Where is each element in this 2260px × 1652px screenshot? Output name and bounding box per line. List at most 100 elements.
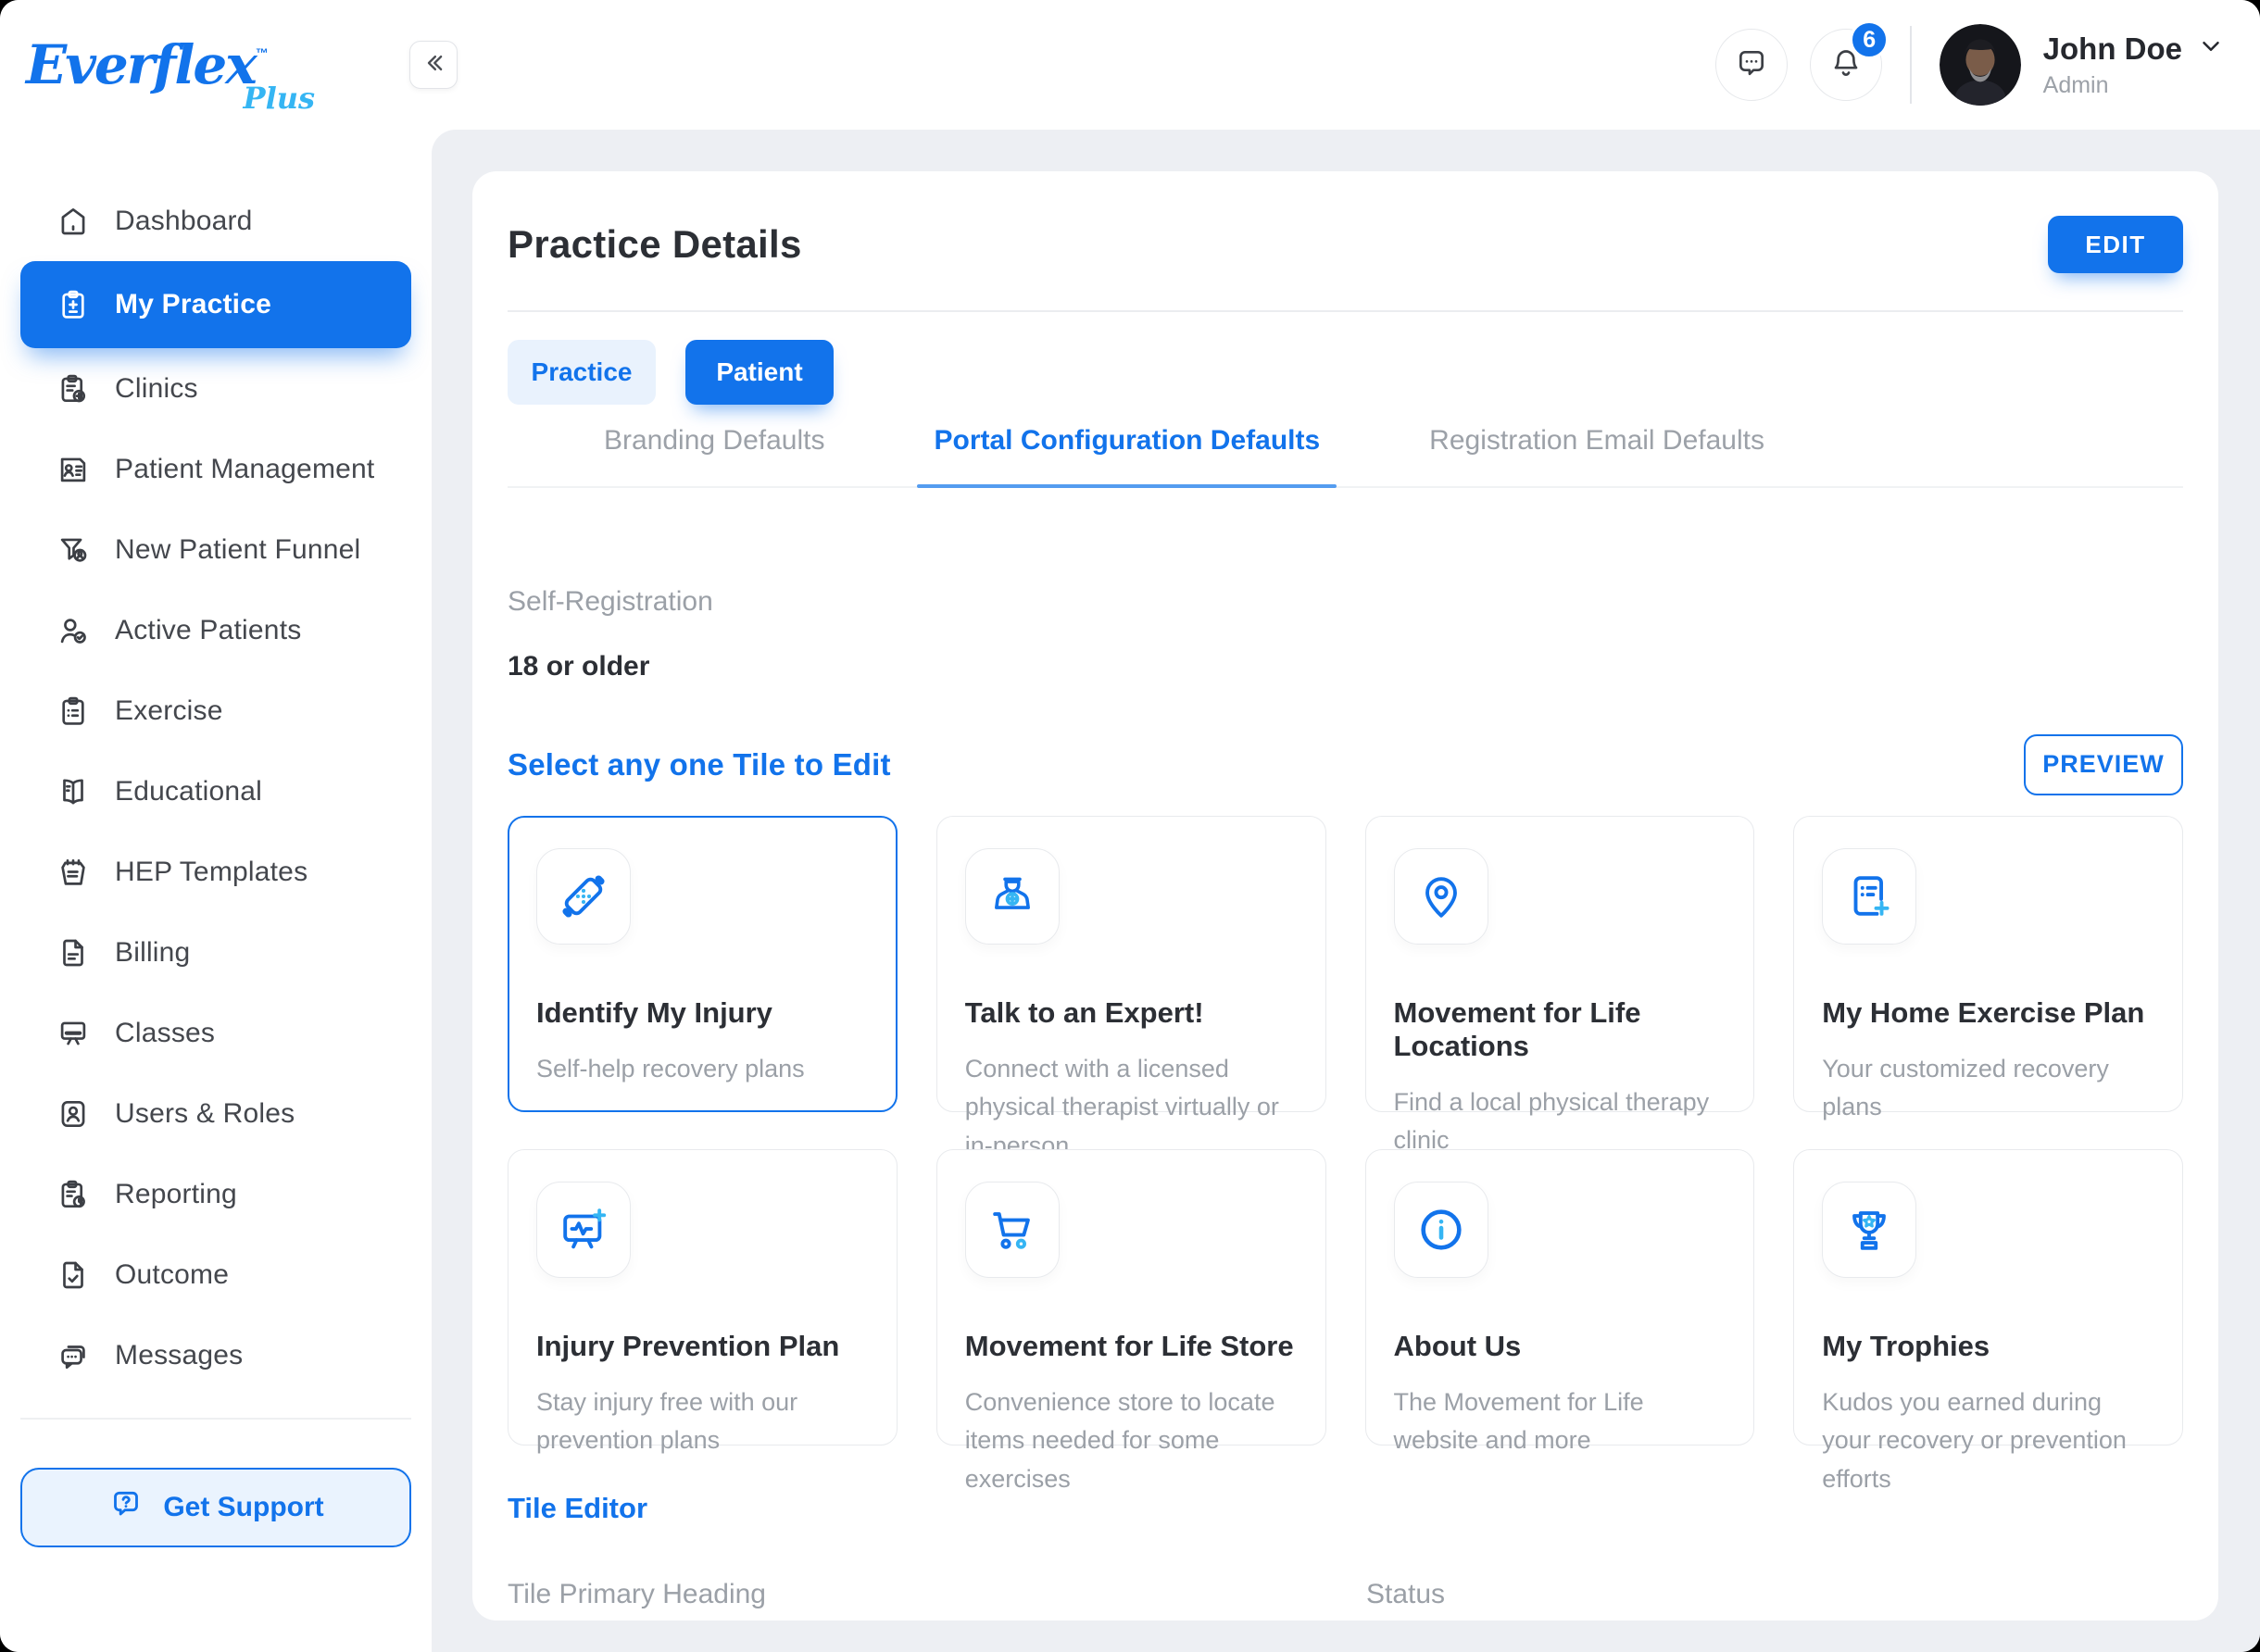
sidebar-collapse-button[interactable] — [409, 41, 458, 89]
tile-my-home-exercise-plan[interactable]: My Home Exercise PlanYour customized rec… — [1793, 816, 2183, 1112]
location-pin-icon — [1394, 848, 1488, 945]
exercise-plan-icon — [1822, 848, 1916, 945]
sidebar-item-users-roles[interactable]: Users & Roles — [20, 1073, 411, 1154]
prevention-board-icon — [536, 1182, 631, 1278]
user-role: Admin — [2043, 72, 2225, 99]
sidebar-item-billing[interactable]: Billing — [20, 912, 411, 993]
tile-movement-for-life-locations[interactable]: Movement for Life LocationsFind a local … — [1365, 816, 1755, 1112]
tile-title: My Home Exercise Plan — [1822, 996, 2154, 1030]
patient-toggle-button[interactable]: Patient — [685, 340, 834, 405]
sidebar-item-label: Classes — [115, 1018, 215, 1049]
main-area: Practice Details EDIT Practice Patient B… — [432, 130, 2260, 1652]
get-support-button[interactable]: Get Support — [20, 1468, 411, 1547]
title-divider — [508, 310, 2183, 312]
audience-toggle: Practice Patient — [508, 340, 2183, 405]
sidebar-item-active-patients[interactable]: Active Patients — [20, 590, 411, 670]
id-card-icon — [56, 452, 91, 487]
tile-subtitle: The Movement for Life website and more — [1394, 1383, 1726, 1461]
medical-expert-icon — [965, 848, 1060, 945]
file-text-icon — [56, 935, 91, 970]
preview-button[interactable]: PREVIEW — [2024, 734, 2183, 795]
user-menu[interactable]: John Doe Admin — [2043, 31, 2229, 99]
get-support-label: Get Support — [163, 1492, 323, 1523]
sidebar-item-messages[interactable]: Messages — [20, 1315, 411, 1395]
app-window: Everflex™ Plus 6 John Doe Adm — [0, 0, 2260, 1652]
sidebar-item-outcome[interactable]: Outcome — [20, 1234, 411, 1315]
sidebar-item-reporting[interactable]: Reporting — [20, 1154, 411, 1234]
tiles-section-heading: Select any one Tile to Edit — [508, 747, 891, 782]
tab-registration-email-defaults[interactable]: Registration Email Defaults — [1429, 425, 1764, 486]
sidebar-item-hep-templates[interactable]: HEP Templates — [20, 832, 411, 912]
brand-text: Everflex — [26, 33, 256, 96]
edit-button[interactable]: EDIT — [2048, 216, 2183, 273]
clipboard-add-circle-icon — [56, 371, 91, 407]
tile-subtitle: Your customized recovery plans — [1822, 1050, 2154, 1128]
clipboard-list-icon — [56, 694, 91, 729]
tile-identify-my-injury[interactable]: Identify My InjurySelf-help recovery pla… — [508, 816, 898, 1112]
sidebar-item-label: Clinics — [115, 373, 198, 405]
sidebar-item-label: Reporting — [115, 1179, 237, 1210]
sidebar-nav: Dashboard My Practice Clinics Patient Manag… — [0, 181, 432, 1395]
chat-bubbles-icon — [56, 1338, 91, 1373]
sidebar-item-label: Outcome — [115, 1259, 229, 1291]
tile-my-trophies[interactable]: My TrophiesKudos you earned during your … — [1793, 1149, 2183, 1446]
sidebar-item-label: Patient Management — [115, 454, 374, 485]
user-avatar[interactable] — [1940, 24, 2021, 106]
sidebar-item-label: Exercise — [115, 695, 223, 727]
tile-title: About Us — [1394, 1330, 1726, 1363]
sidebar-item-label: Billing — [115, 937, 190, 969]
sidebar-item-my-practice[interactable]: My Practice — [20, 261, 411, 348]
header-actions: 6 John Doe Admin — [1715, 0, 2229, 130]
file-check-icon — [56, 1258, 91, 1293]
tile-talk-to-an-expert[interactable]: Talk to an Expert!Connect with a license… — [936, 816, 1326, 1112]
tab-branding-defaults[interactable]: Branding Defaults — [604, 425, 824, 486]
clipboard-clock-icon — [56, 1177, 91, 1212]
sidebar-item-label: Educational — [115, 776, 262, 807]
presentation-icon — [56, 1016, 91, 1051]
sidebar-item-new-patient-funnel[interactable]: New Patient Funnel — [20, 509, 411, 590]
chevrons-left-icon — [420, 49, 447, 81]
brand-suffix: Plus — [244, 81, 316, 116]
tile-title: Movement for Life Store — [965, 1330, 1298, 1363]
user-check-icon — [56, 613, 91, 648]
chat-button[interactable] — [1715, 29, 1788, 101]
trophy-icon — [1822, 1182, 1916, 1278]
tile-about-us[interactable]: About UsThe Movement for Life website an… — [1365, 1149, 1755, 1446]
defaults-tabs: Branding Defaults Portal Configuration D… — [508, 425, 2183, 488]
bandage-icon — [536, 848, 631, 945]
notifications-button[interactable]: 6 — [1810, 29, 1882, 101]
brand-trademark: ™ — [256, 45, 269, 60]
sidebar-item-label: New Patient Funnel — [115, 534, 360, 566]
sidebar-item-label: HEP Templates — [115, 857, 308, 888]
tile-title: Talk to an Expert! — [965, 996, 1298, 1030]
user-badge-icon — [56, 1096, 91, 1132]
sidebar-item-patient-management[interactable]: Patient Management — [20, 429, 411, 509]
practice-details-card: Practice Details EDIT Practice Patient B… — [472, 171, 2218, 1621]
sidebar-item-clinics[interactable]: Clinics — [20, 348, 411, 429]
support-chat-question-icon — [107, 1485, 144, 1530]
tile-injury-prevention-plan[interactable]: Injury Prevention PlanStay injury free w… — [508, 1149, 898, 1446]
tile-subtitle: Kudos you earned during your recovery or… — [1822, 1383, 2154, 1500]
sidebar-item-classes[interactable]: Classes — [20, 993, 411, 1073]
info-circle-icon — [1394, 1182, 1488, 1278]
chevron-down-icon — [2197, 32, 2225, 65]
sidebar-item-label: My Practice — [115, 289, 271, 320]
tab-portal-configuration-defaults[interactable]: Portal Configuration Defaults — [934, 425, 1320, 486]
everflex-logo: Everflex™ Plus — [26, 38, 332, 92]
sidebar-item-label: Messages — [115, 1340, 243, 1371]
self-registration-value: 18 or older — [508, 651, 2183, 682]
clipboard-plus-icon — [56, 287, 91, 322]
chat-bubble-icon — [1733, 44, 1770, 86]
tile-title: Injury Prevention Plan — [536, 1330, 869, 1363]
home-icon — [56, 204, 91, 239]
user-name: John Doe — [2043, 31, 2182, 67]
tile-title: Movement for Life Locations — [1394, 996, 1726, 1063]
tile-subtitle: Convenience store to locate items needed… — [965, 1383, 1298, 1500]
sidebar-item-label: Users & Roles — [115, 1098, 295, 1130]
practice-toggle-button[interactable]: Practice — [508, 340, 656, 405]
tile-movement-for-life-store[interactable]: Movement for Life StoreConvenience store… — [936, 1149, 1326, 1446]
sidebar-item-dashboard[interactable]: Dashboard — [20, 181, 411, 261]
sidebar-item-educational[interactable]: Educational — [20, 751, 411, 832]
sidebar-divider — [20, 1418, 411, 1420]
sidebar-item-exercise[interactable]: Exercise — [20, 670, 411, 751]
